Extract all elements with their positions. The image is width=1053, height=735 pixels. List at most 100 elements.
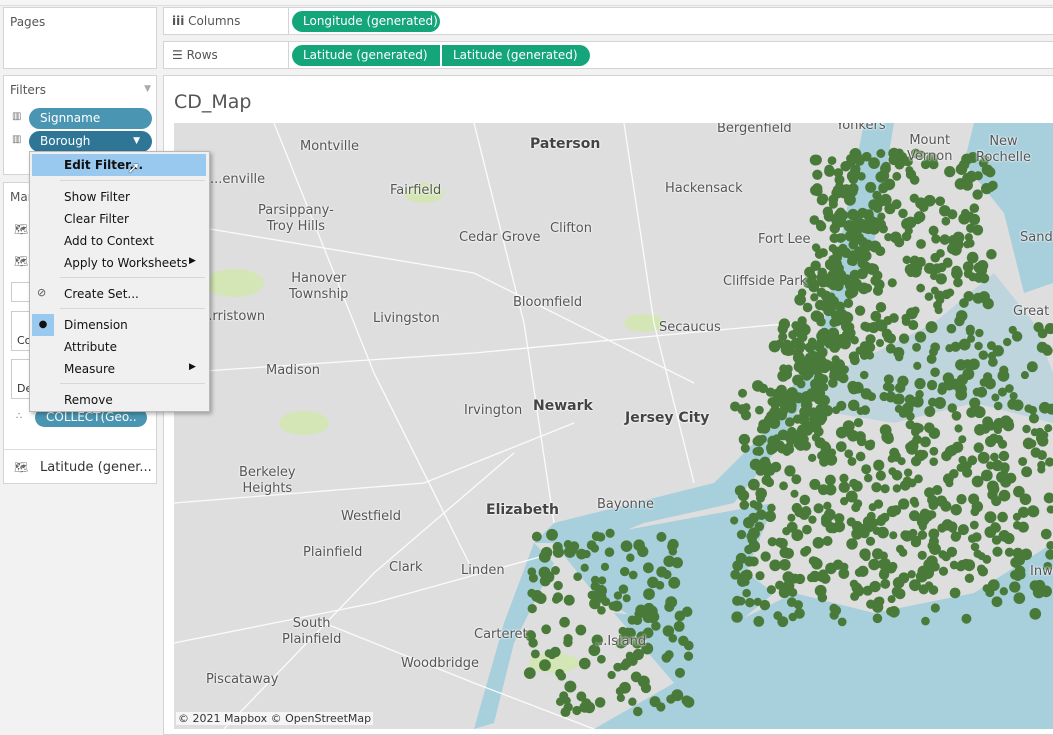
map-mark-point[interactable] <box>523 667 536 680</box>
map-mark-point[interactable] <box>875 470 886 481</box>
map-mark-point[interactable] <box>863 473 873 483</box>
map-mark-point[interactable] <box>681 606 693 617</box>
map-mark-point[interactable] <box>678 635 689 647</box>
map-mark-point[interactable] <box>745 597 755 608</box>
map-mark-point[interactable] <box>846 517 856 527</box>
map-mark-point[interactable] <box>929 446 939 456</box>
map-mark-point[interactable] <box>758 419 769 430</box>
map-mark-point[interactable] <box>777 370 789 382</box>
map-mark-point[interactable] <box>929 272 938 281</box>
map-mark-point[interactable] <box>964 573 975 583</box>
map-mark-point[interactable] <box>546 528 558 541</box>
map-mark-point[interactable] <box>643 588 655 600</box>
map-mark-point[interactable] <box>875 301 887 313</box>
map-mark-point[interactable] <box>613 591 623 600</box>
map-mark-point[interactable] <box>898 498 910 510</box>
map-mark-point[interactable] <box>668 547 678 556</box>
map-mark-point[interactable] <box>738 388 748 398</box>
map-mark-point[interactable] <box>954 178 967 190</box>
map-mark-point[interactable] <box>928 585 939 595</box>
map-mark-point[interactable] <box>798 365 810 377</box>
map-mark-point[interactable] <box>773 394 784 405</box>
map-mark-point[interactable] <box>958 435 967 444</box>
map-mark-point[interactable] <box>955 388 968 401</box>
map-mark-point[interactable] <box>872 202 881 211</box>
map-mark-point[interactable] <box>857 565 869 577</box>
map-mark-point[interactable] <box>984 435 997 448</box>
map-mark-point[interactable] <box>859 341 870 352</box>
map-attribution[interactable]: © 2021 Mapbox © OpenStreetMap <box>176 712 374 725</box>
map-mark-point[interactable] <box>666 694 676 704</box>
map-mark-point[interactable] <box>831 187 843 199</box>
map-mark-point[interactable] <box>911 499 920 508</box>
map-mark-point[interactable] <box>929 543 941 556</box>
map-mark-point[interactable] <box>889 313 899 323</box>
map-mark-point[interactable] <box>838 372 849 384</box>
map-mark-point[interactable] <box>786 521 798 533</box>
map-mark-point[interactable] <box>898 208 908 219</box>
map-mark-point[interactable] <box>864 439 875 451</box>
map-mark-point[interactable] <box>926 555 938 567</box>
map-mark-point[interactable] <box>766 467 775 476</box>
rows-pill-latitude-1[interactable]: Latitude (generated) <box>292 45 440 66</box>
map-mark-point[interactable] <box>892 484 902 493</box>
map-mark-point[interactable] <box>809 570 821 582</box>
menu-item-add-to-context[interactable]: Add to Context <box>64 231 154 251</box>
map-mark-point[interactable] <box>730 516 739 525</box>
map-mark-point[interactable] <box>785 444 795 454</box>
map-mark-point[interactable] <box>987 483 1000 495</box>
map-mark-point[interactable] <box>874 319 887 331</box>
map-mark-point[interactable] <box>978 291 990 303</box>
map-mark-point[interactable] <box>662 625 675 637</box>
map-mark-point[interactable] <box>835 302 845 313</box>
map-mark-point[interactable] <box>828 244 837 253</box>
map-mark-point[interactable] <box>865 263 878 275</box>
map-mark-point[interactable] <box>963 269 973 279</box>
map-mark-point[interactable] <box>876 526 887 538</box>
map-mark-point[interactable] <box>743 516 755 529</box>
map-mark-point[interactable] <box>563 634 573 644</box>
map-mark-point[interactable] <box>856 247 867 257</box>
map-mark-point[interactable] <box>827 156 837 165</box>
map-mark-point[interactable] <box>594 697 606 708</box>
map-mark-point[interactable] <box>851 582 863 594</box>
map-mark-point[interactable] <box>914 378 926 390</box>
map-mark-point[interactable] <box>894 382 906 394</box>
map-mark-point[interactable] <box>848 399 860 412</box>
map-mark-point[interactable] <box>813 503 824 514</box>
map-mark-point[interactable] <box>892 171 902 181</box>
map-mark-point[interactable] <box>755 487 767 500</box>
map-mark-point[interactable] <box>977 552 986 561</box>
map-mark-point[interactable] <box>809 215 820 225</box>
map-mark-point[interactable] <box>1042 345 1053 356</box>
map-mark-point[interactable] <box>872 285 884 296</box>
map-mark-point[interactable] <box>885 333 897 344</box>
map-mark-point[interactable] <box>910 427 920 437</box>
map-mark-point[interactable] <box>527 603 537 614</box>
map-mark-point[interactable] <box>939 205 951 217</box>
map-mark-point[interactable] <box>969 203 980 214</box>
map-mark-point[interactable] <box>972 189 983 200</box>
map-mark-point[interactable] <box>810 260 821 272</box>
map-mark-point[interactable] <box>854 305 866 316</box>
map-mark-point[interactable] <box>956 494 967 505</box>
map-mark-point[interactable] <box>632 615 643 626</box>
map-mark-point[interactable] <box>783 547 794 559</box>
map-mark-point[interactable] <box>884 203 896 215</box>
map-mark-point[interactable] <box>847 208 859 221</box>
map-mark-point[interactable] <box>922 567 934 580</box>
map-mark-point[interactable] <box>844 193 856 206</box>
map-mark-point[interactable] <box>977 451 990 464</box>
map-mark-point[interactable] <box>875 171 887 183</box>
map-mark-point[interactable] <box>742 588 751 598</box>
rows-shelf[interactable]: ☰ Rows Latitude (generated) Latitude (ge… <box>163 41 1053 69</box>
map-mark-point[interactable] <box>963 461 972 470</box>
map-mark-point[interactable] <box>859 548 871 560</box>
map-mark-point[interactable] <box>904 405 914 415</box>
map-mark-point[interactable] <box>842 420 855 433</box>
map-mark-point[interactable] <box>898 333 910 344</box>
map-mark-point[interactable] <box>1010 570 1020 580</box>
map-mark-point[interactable] <box>972 387 982 397</box>
map-mark-point[interactable] <box>909 397 920 407</box>
map-mark-point[interactable] <box>968 493 980 505</box>
